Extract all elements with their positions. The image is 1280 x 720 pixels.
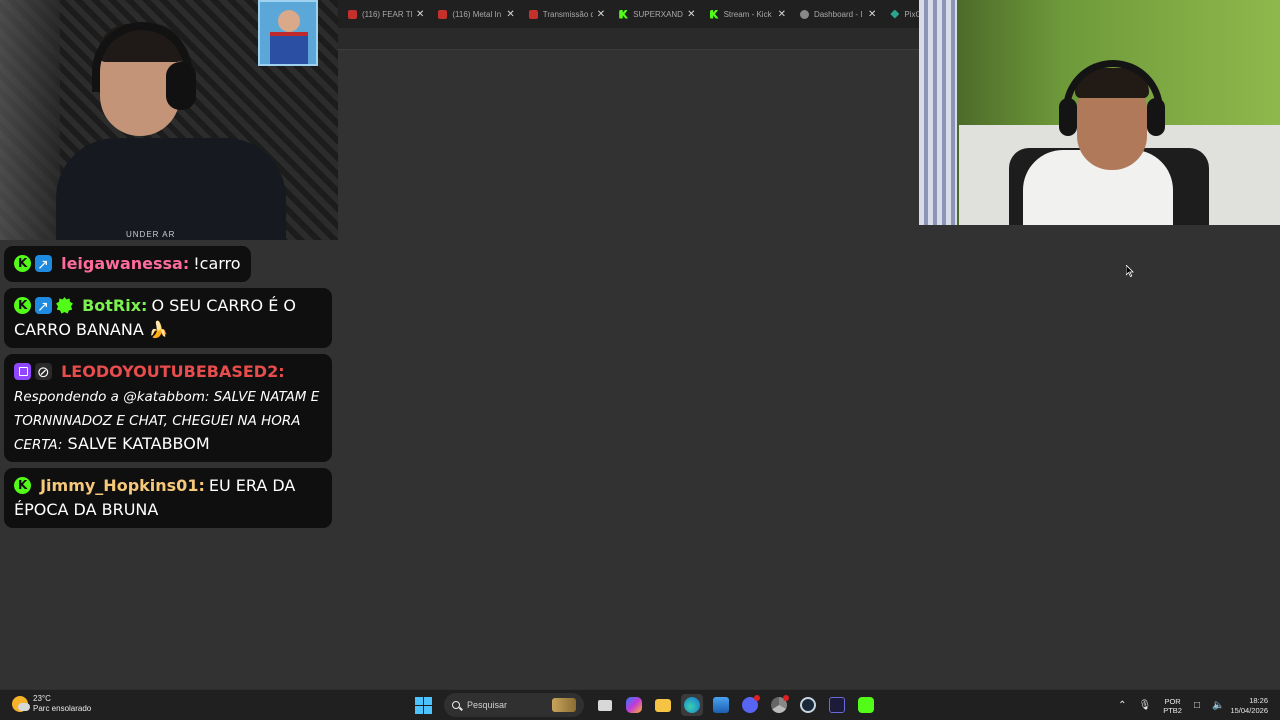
task-view-button[interactable] — [594, 694, 616, 716]
chrome-button[interactable] — [768, 694, 790, 716]
moderator-badge-icon — [35, 253, 52, 277]
youtube-icon — [438, 9, 448, 19]
volume-icon[interactable]: 🔈 — [1212, 701, 1224, 711]
close-tab-icon[interactable]: ✕ — [416, 9, 424, 20]
chat-text: SALVE KATABBOM — [67, 434, 210, 453]
browser-toolbar — [338, 28, 919, 50]
browser-tab-label: (116) FEAR TH — [362, 9, 412, 19]
chat-overlay: leigawanessa:!carro BotRix:O SEU CARRO É… — [4, 246, 332, 534]
browser-tab-label: Stream - Kick — [723, 9, 772, 19]
weather-desc: Parc ensolarado — [33, 704, 92, 713]
close-tab-icon[interactable]: ✕ — [778, 9, 786, 20]
photos-icon — [712, 697, 729, 713]
photos-button[interactable] — [710, 694, 732, 716]
browser-tab-label: (116) Metal In — [452, 9, 502, 19]
copilot-button[interactable] — [623, 694, 645, 716]
weather-temp: 23°C — [33, 694, 51, 703]
close-tab-icon[interactable]: ✕ — [506, 9, 514, 20]
windows-taskbar: 23°C Parc ensolarado Pesquisar ⌃ 🎙 POR P… — [0, 689, 1280, 720]
kick-studio-button[interactable] — [855, 694, 877, 716]
chat-username: leigawanessa: — [61, 254, 190, 273]
chat-username: Jimmy_Hopkins01: — [40, 476, 205, 495]
twitch-badge-icon — [14, 363, 31, 380]
superman-poster — [258, 0, 318, 66]
browser-tab[interactable]: PixGG — [886, 0, 919, 28]
search-placeholder: Pesquisar — [467, 700, 508, 710]
start-button[interactable] — [413, 694, 435, 716]
browser-tab-label: Transmissão d — [542, 9, 593, 19]
search-highlight-icon — [552, 698, 576, 712]
browser-tab[interactable]: Transmissão d ✕ — [525, 0, 615, 28]
chat-message: BotRix:O SEU CARRO É O CARRO BANANA 🍌 — [4, 288, 332, 348]
kick-icon — [857, 697, 874, 713]
globe-icon — [799, 9, 809, 19]
verified-badge-icon — [56, 297, 73, 314]
acoustic-panel — [0, 0, 60, 240]
chat-username: LEODOYOUTUBEBASED2: — [61, 362, 285, 381]
system-tray: ⌃ 🎙 POR PTB2 □ 🔈 18:26 15/04/2026 — [1112, 690, 1280, 720]
chat-username: BotRix: — [82, 296, 148, 315]
search-icon — [452, 701, 460, 709]
keyboard-layout: PTB2 — [1163, 705, 1182, 715]
browser-tab-strip: (116) FEAR TH ✕ (116) Metal In ✕ Transmissão… — [338, 0, 919, 28]
chat-message: leigawanessa:!carro — [4, 246, 251, 282]
browser-tab-label: Dashboard - I — [813, 9, 863, 19]
mouse-cursor-icon — [1126, 265, 1134, 277]
steam-icon — [799, 697, 816, 713]
network-icon[interactable]: □ — [1194, 701, 1200, 711]
hidden-badge-icon — [35, 360, 52, 384]
kick-icon — [709, 9, 719, 19]
app-icon — [828, 697, 845, 713]
app-button[interactable] — [826, 694, 848, 716]
close-tab-icon[interactable]: ✕ — [687, 9, 695, 20]
task-view-icon — [597, 699, 612, 711]
discord-button[interactable] — [739, 694, 761, 716]
youtube-icon — [348, 9, 357, 19]
browser-tab-label: SUPERXANDÃ — [633, 9, 684, 19]
chat-message: Jimmy_Hopkins01:EU ERA DA ÉPOCA DA BRUNA — [4, 468, 332, 528]
kick-badge-icon — [14, 297, 31, 314]
browser-tab-label: PixGG — [904, 9, 919, 19]
windows-icon — [415, 696, 432, 714]
browser-tab[interactable]: (116) FEAR TH ✕ — [344, 0, 434, 28]
kick-badge-icon — [14, 255, 31, 272]
file-explorer-button[interactable] — [652, 694, 674, 716]
browser-tab[interactable]: SUPERXANDÃ ✕ — [615, 0, 705, 28]
chat-message: LEODOYOUTUBEBASED2: Respondendo a @katab… — [4, 354, 332, 462]
clock-date: 15/04/2026 — [1230, 705, 1268, 715]
steam-button[interactable] — [797, 694, 819, 716]
weather-widget[interactable]: 23°C Parc ensolarado — [12, 694, 91, 714]
language-indicator[interactable]: POR PTB2 — [1163, 697, 1182, 715]
chat-text: !carro — [193, 254, 241, 273]
browser-tab[interactable]: (116) Metal In ✕ — [434, 0, 524, 28]
chat-text: O SEU CARRO É O CARRO BANANA 🍌 — [14, 296, 297, 339]
close-tab-icon[interactable]: ✕ — [597, 9, 605, 20]
edge-icon — [683, 697, 700, 713]
clock[interactable]: 18:26 15/04/2026 — [1230, 696, 1268, 716]
chevron-up-icon[interactable]: ⌃ — [1118, 701, 1126, 711]
kick-badge-icon — [14, 477, 31, 494]
search-box[interactable]: Pesquisar — [444, 693, 584, 717]
browser-tab[interactable]: Dashboard - I ✕ — [796, 0, 886, 28]
youtube-icon — [528, 9, 538, 19]
moderator-badge-icon — [35, 295, 52, 319]
language-code: POR — [1164, 696, 1181, 706]
folder-icon — [654, 698, 671, 712]
webcam-left: UNDER AR — [0, 0, 338, 240]
pixgg-icon — [890, 9, 900, 19]
microphone-icon[interactable]: 🎙 — [1138, 701, 1151, 711]
partly-sunny-icon — [12, 696, 30, 712]
browser-tab[interactable]: Stream - Kick ✕ — [706, 0, 796, 28]
copilot-icon — [625, 697, 642, 713]
close-tab-icon[interactable]: ✕ — [868, 9, 876, 20]
edge-button[interactable] — [680, 694, 703, 716]
clock-time: 18:26 — [1249, 695, 1268, 705]
kick-icon — [619, 9, 629, 19]
webcam-right — [919, 0, 1280, 225]
